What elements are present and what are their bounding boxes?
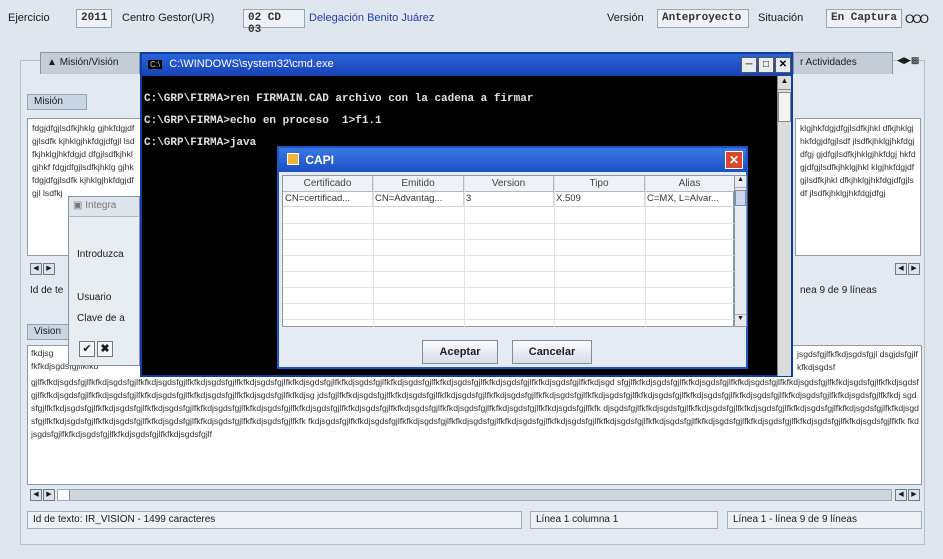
cell-emitido[interactable]: CN=Advantag... xyxy=(373,192,464,207)
version-field[interactable]: Anteproyecto xyxy=(657,9,749,28)
status-position: Línea 1 columna 1 xyxy=(530,511,718,529)
tab-actividades-label: r Actividades xyxy=(800,57,857,68)
vision-hscroll-thumb[interactable] xyxy=(58,490,70,500)
cmd-titlebar[interactable]: C:\ C:\WINDOWS\system32\cmd.exe xyxy=(142,54,791,76)
cmd-line-2: C:\GRP\FIRMA>echo en proceso 1>f1.1 xyxy=(144,115,382,127)
close-button[interactable]: ✕ xyxy=(775,57,791,73)
vision-scroll-right-r[interactable]: ▶ xyxy=(908,489,920,501)
maximize-button[interactable]: □ xyxy=(758,57,774,73)
login-dialog-title: ▣ Integra xyxy=(69,197,139,217)
row-divider xyxy=(283,271,735,272)
capi-titlebar[interactable]: CAPI xyxy=(279,148,746,172)
table-scroll-thumb[interactable] xyxy=(735,190,746,206)
centro-gestor-name: Delegación Benito Juárez xyxy=(309,12,435,24)
cmd-scroll-up-icon[interactable]: ▲ xyxy=(778,76,791,90)
status-circles-icon: OOO xyxy=(905,12,929,26)
mision-footer-lines: nea 9 de 9 líneas xyxy=(800,285,877,296)
row-divider xyxy=(283,239,735,240)
integra-icon: ▣ xyxy=(73,200,83,211)
login-title-label: Integra xyxy=(85,200,117,211)
row-divider xyxy=(283,223,735,224)
version-label: Versión xyxy=(607,12,644,24)
scroll-left-button-r[interactable]: ◀ xyxy=(895,263,907,275)
vision-text-start: fkdjsg xyxy=(31,348,54,358)
col-divider xyxy=(464,176,465,328)
scroll-right-button[interactable]: ▶ xyxy=(43,263,55,275)
row-divider xyxy=(283,319,735,320)
login-clave-label: Clave de a xyxy=(77,313,125,324)
cmd-line-1: C:\GRP\FIRMA>ren FIRMAIN.CAD archivo con… xyxy=(144,93,534,105)
vision-hscrollbar[interactable] xyxy=(57,489,892,501)
cell-version[interactable]: 3 xyxy=(464,192,554,207)
ejercicio-label: Ejercicio xyxy=(8,12,50,24)
scroll-left-button[interactable]: ◀ xyxy=(30,263,42,275)
status-id-text: Id de texto: IR_VISION - 1499 caracteres xyxy=(27,511,522,529)
cell-tipo[interactable]: X.509 xyxy=(554,192,645,207)
certificate-table: Certificado Emitido Version Tipo Alias C… xyxy=(282,175,735,328)
capi-title-label: CAPI xyxy=(305,153,335,167)
tab-nav-buttons[interactable]: ◀▶▩ xyxy=(897,55,937,69)
capi-app-icon xyxy=(287,153,299,165)
column-header-tipo[interactable]: Tipo xyxy=(554,176,645,192)
situacion-label: Situación xyxy=(758,12,804,24)
mision-text-right[interactable]: klgjhkfdgjdfgjlsdfkjhkl dfkjhklgjhkfdgjd… xyxy=(795,118,921,256)
aceptar-button[interactable]: Aceptar xyxy=(422,340,498,364)
situacion-field[interactable]: En Captura xyxy=(826,9,902,28)
vision-text-body: gjlfkfkdjsgdsfgjlfkfkdjsgdsfgjlfkfkdjsgd… xyxy=(31,377,919,439)
centro-gestor-label: Centro Gestor(UR) xyxy=(122,12,215,24)
scroll-right-button-r[interactable]: ▶ xyxy=(908,263,920,275)
mision-footer-id: Id de te xyxy=(30,285,64,296)
tab-actividades[interactable]: r Actividades xyxy=(793,52,893,74)
login-confirm-check-icon[interactable]: ✔ xyxy=(79,341,95,357)
row-divider xyxy=(283,303,735,304)
column-header-alias[interactable]: Alias xyxy=(645,176,735,192)
vision-scroll-left-r[interactable]: ◀ xyxy=(895,489,907,501)
col-divider xyxy=(645,176,646,328)
cmd-title-label: C:\WINDOWS\system32\cmd.exe xyxy=(169,58,334,70)
cell-certificado[interactable]: CN=certificad... xyxy=(283,192,373,207)
mision-section-title: Misión xyxy=(27,94,87,110)
cmd-scroll-thumb[interactable] xyxy=(778,92,791,122)
tab-mision-vision[interactable]: ▲ Misión/Visión xyxy=(40,52,140,74)
login-dialog: ▣ Integra Introduzca Usuario Clave de a … xyxy=(68,196,140,366)
cmd-app-icon: C:\ xyxy=(148,60,163,69)
login-usuario-label: Usuario xyxy=(77,292,112,303)
vision-text-right: jsgdsfgjlfkfkdjsgdsfgjl dsgjdsfgjlfkfkdj… xyxy=(797,349,918,372)
capi-dialog: CAPI ✕ Certificado Emitido Version Tipo … xyxy=(277,146,748,369)
login-introduzca: Introduzca xyxy=(77,249,124,260)
column-header-emitido[interactable]: Emitido xyxy=(373,176,464,192)
vision-scroll-right[interactable]: ▶ xyxy=(43,489,55,501)
col-divider xyxy=(554,176,555,328)
table-scroll-up-icon[interactable]: ▲ xyxy=(735,176,746,188)
vision-scroll-left[interactable]: ◀ xyxy=(30,489,42,501)
status-lines: Línea 1 - línea 9 de 9 líneas xyxy=(727,511,922,529)
minimize-button[interactable]: ─ xyxy=(741,57,757,73)
tab-icon: ▲ xyxy=(47,57,57,68)
cell-alias[interactable]: C=MX, L=Alvar... xyxy=(645,192,735,207)
table-scroll-down-icon[interactable]: ▼ xyxy=(735,314,746,326)
cmd-vscrollbar[interactable]: ▲ xyxy=(777,76,791,376)
capi-close-button[interactable]: ✕ xyxy=(725,151,743,169)
login-cancel-x-icon[interactable]: ✖ xyxy=(97,341,113,357)
cancelar-button[interactable]: Cancelar xyxy=(512,340,592,364)
row-divider xyxy=(283,287,735,288)
column-header-certificado[interactable]: Certificado xyxy=(283,176,373,192)
tab-mision-vision-label: Misión/Visión xyxy=(59,57,119,68)
row-divider xyxy=(283,255,735,256)
centro-gestor-field[interactable]: 02 CD 03 xyxy=(243,9,305,36)
ejercicio-field[interactable]: 2011 xyxy=(76,9,112,28)
col-divider xyxy=(373,176,374,328)
table-vscrollbar[interactable]: ▲ ▼ xyxy=(734,175,747,327)
column-header-version[interactable]: Version xyxy=(464,176,554,192)
